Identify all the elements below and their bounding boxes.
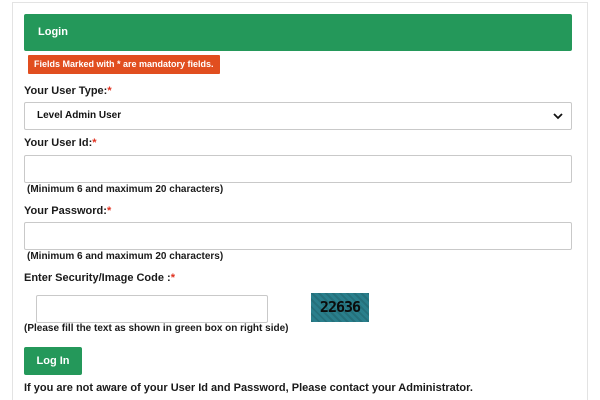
administrator-contact-note: If you are not aware of your User Id and… [24,382,473,394]
password-hint: (Minimum 6 and maximum 20 characters) [27,251,224,262]
security-code-label: Enter Security/Image Code :* [24,272,175,284]
user-type-label: Your User Type:* [24,85,112,97]
security-code-input[interactable] [36,295,268,323]
required-mark: * [92,137,97,149]
required-mark: * [107,85,112,97]
panel-title: Login [38,26,68,38]
mandatory-notice-badge: Fields Marked with * are mandatory field… [28,55,220,74]
captcha-image: 22636 [311,293,369,322]
panel-header: Login [24,14,572,51]
security-code-hint: (Please fill the text as shown in green … [24,323,289,334]
user-id-label: Your User Id:* [24,137,97,149]
user-type-select[interactable]: Level Admin User [24,102,572,130]
login-button[interactable]: Log In [24,347,82,375]
password-label: Your Password:* [24,205,112,217]
required-mark: * [170,272,175,284]
user-type-selected-value: Level Admin User [37,110,122,121]
user-id-hint: (Minimum 6 and maximum 20 characters) [27,184,224,195]
user-id-input[interactable] [24,155,572,183]
required-mark: * [106,205,112,217]
chevron-down-icon [553,113,563,120]
password-input[interactable] [24,222,572,250]
